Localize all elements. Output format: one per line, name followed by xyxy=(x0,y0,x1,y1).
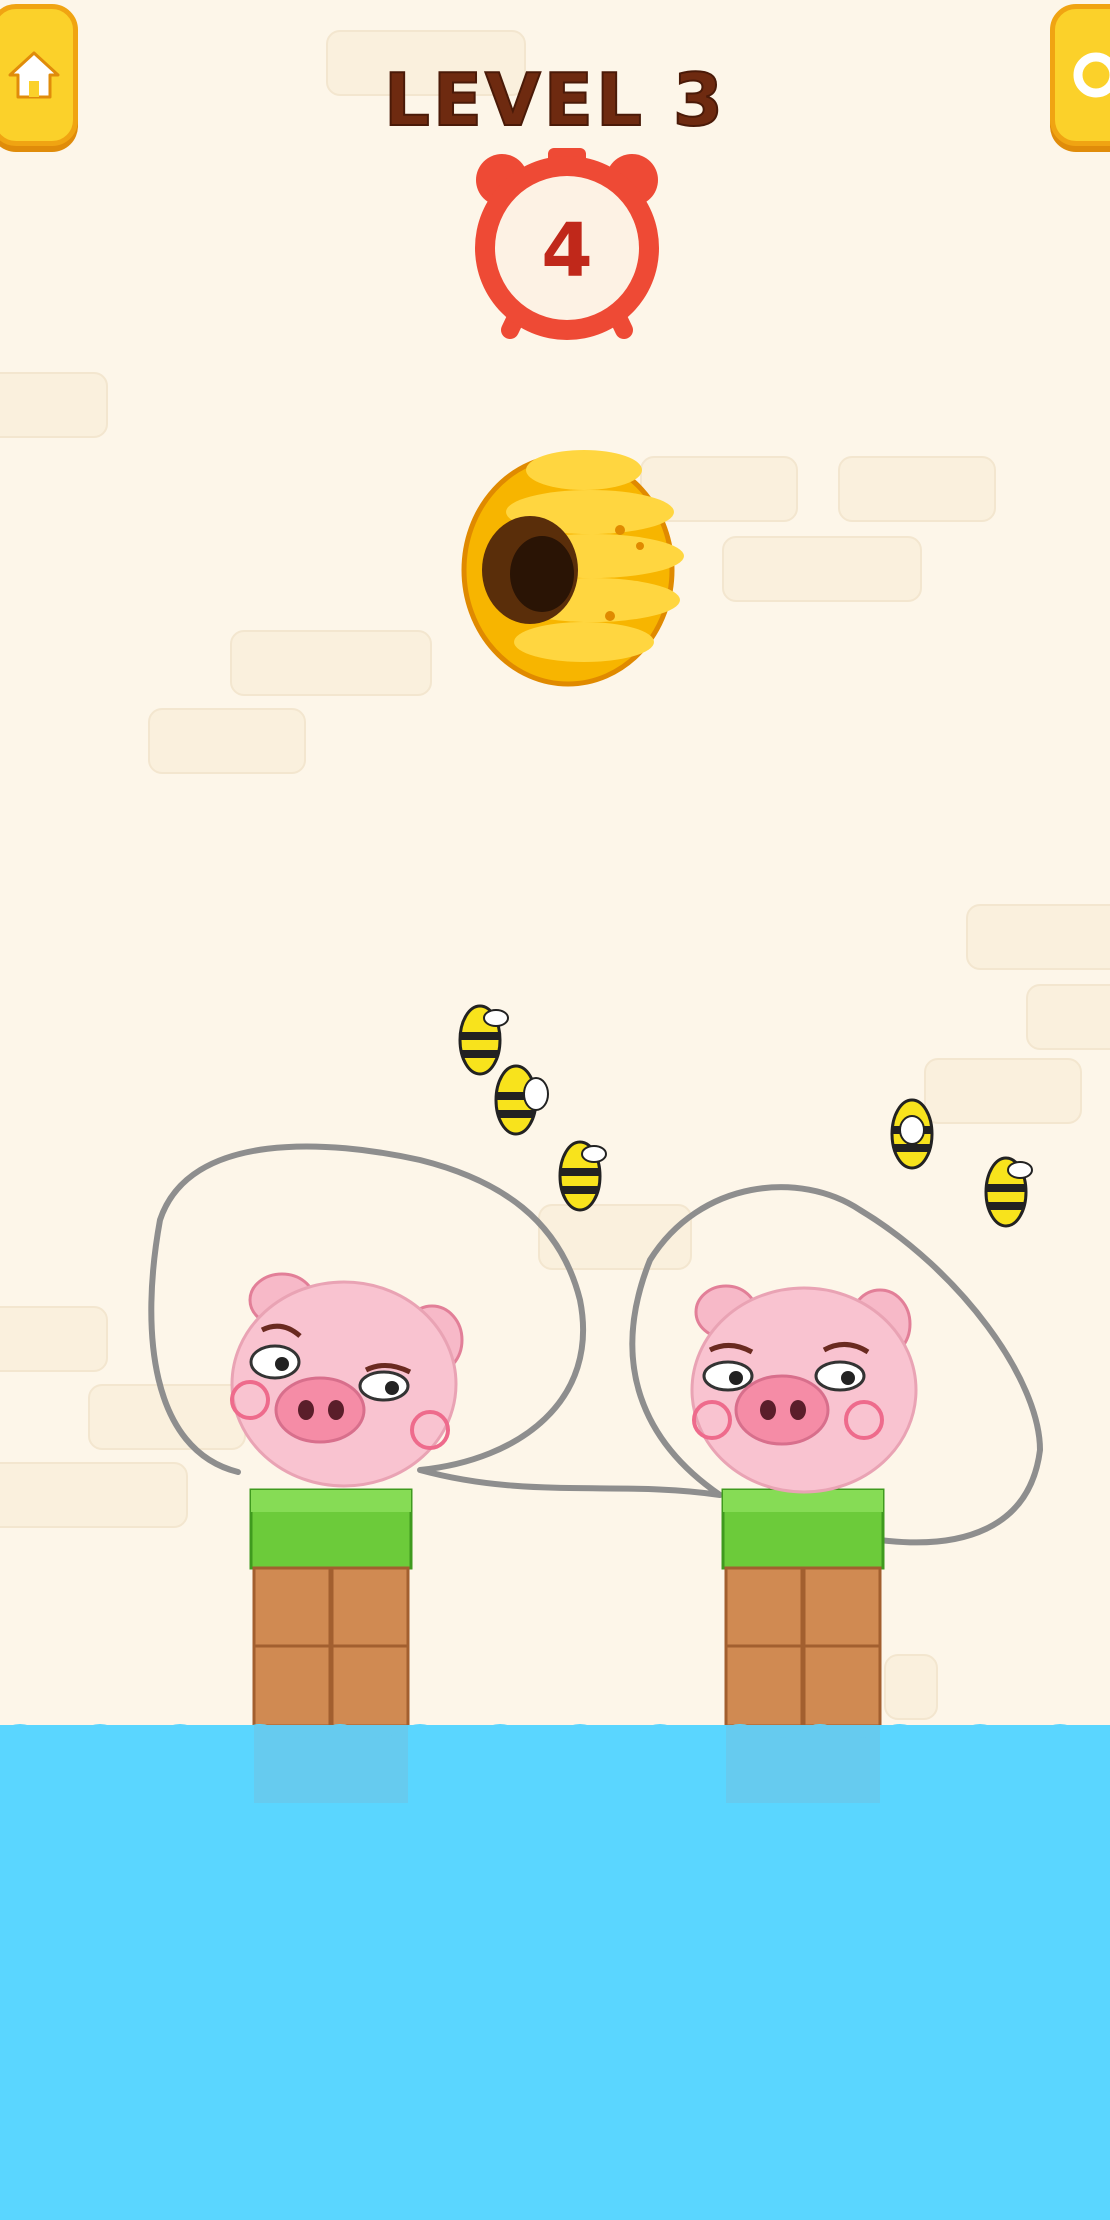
bee-5 xyxy=(984,1156,1033,1228)
platform-right xyxy=(721,1488,885,1728)
timer-value: 4 xyxy=(541,208,593,294)
level-title: LEVEL 3 xyxy=(383,57,726,143)
pig-right xyxy=(690,1284,918,1494)
bee-2 xyxy=(494,1064,549,1136)
platform-left xyxy=(249,1488,413,1728)
water-reflection-left xyxy=(254,1725,408,1803)
game-scene[interactable]: LEVEL 3 4 xyxy=(0,0,1110,2220)
water-reflection-right xyxy=(726,1725,880,1803)
water xyxy=(0,1724,1110,2220)
bee-3 xyxy=(558,1140,607,1212)
bee-1 xyxy=(458,1004,509,1076)
pig-left xyxy=(230,1272,464,1488)
